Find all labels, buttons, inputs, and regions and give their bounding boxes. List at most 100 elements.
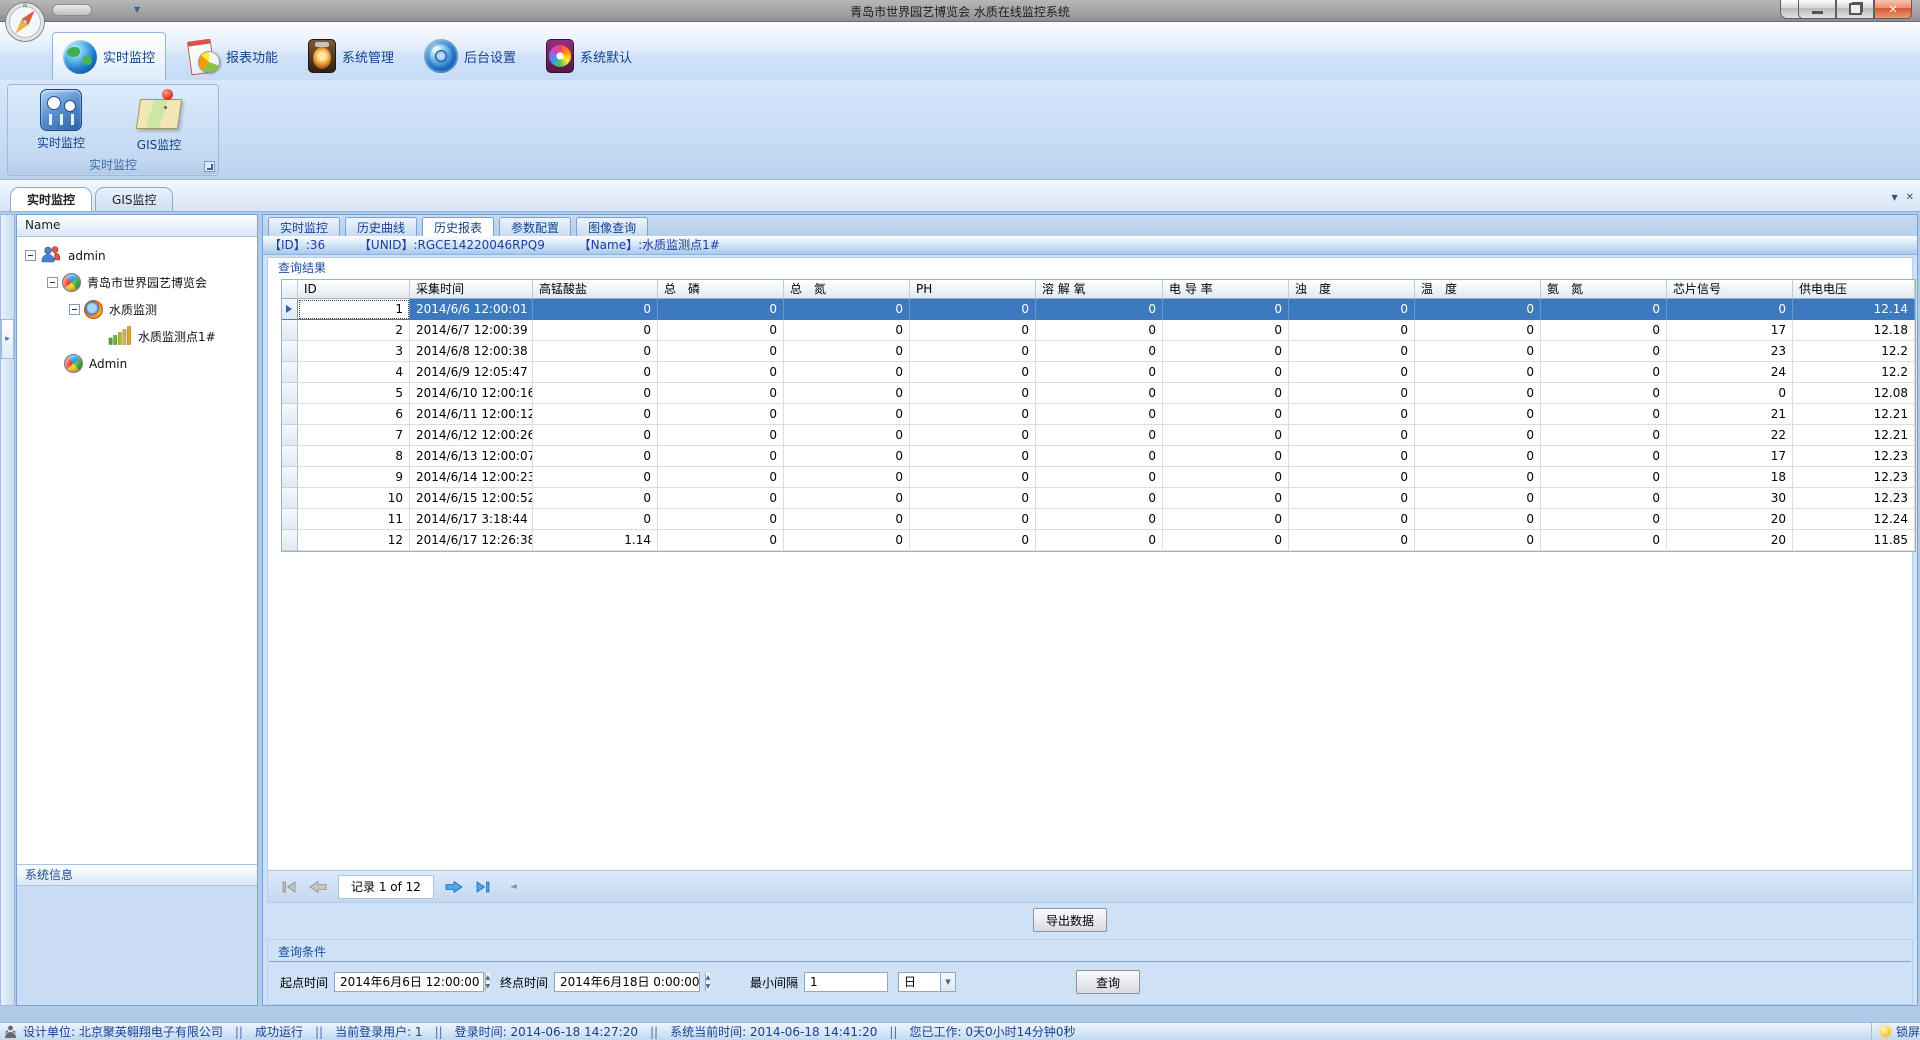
next-record-button[interactable] — [440, 876, 468, 898]
grid-column-header[interactable]: 芯片信号 — [1667, 280, 1793, 299]
spin-down-icon[interactable] — [486, 982, 491, 991]
record-count-label: 记录 1 of 12 — [338, 875, 434, 899]
grid-row[interactable]: 32014/6/8 12:00:380000000002312.2 — [282, 341, 1915, 362]
detail-tab[interactable]: 图像查询 — [576, 217, 648, 236]
grid-row[interactable]: 82014/6/13 12:00:070000000001712.23 — [282, 446, 1915, 467]
spin-up-icon[interactable] — [486, 973, 491, 982]
restore-button[interactable] — [1836, 0, 1874, 19]
system-info-header[interactable]: 系统信息 — [17, 864, 257, 886]
quick-access-toolbar[interactable] — [52, 4, 92, 16]
query-button[interactable]: 查询 — [1076, 970, 1140, 994]
tree-item[interactable]: 水质监测 — [17, 296, 257, 323]
grid-cell: 17 — [1667, 446, 1793, 467]
minimize-button[interactable] — [1798, 0, 1836, 19]
scroll-left-icon[interactable] — [510, 882, 517, 892]
tree-item[interactable]: admin — [17, 242, 257, 269]
ribbon-tab[interactable]: 系统管理 — [298, 32, 404, 80]
collapse-expander-icon[interactable] — [25, 250, 36, 261]
grid-cell: 5 — [298, 383, 410, 404]
collapse-expander-icon[interactable] — [69, 304, 80, 315]
chevron-down-icon[interactable] — [1891, 189, 1897, 203]
first-record-button[interactable] — [276, 876, 304, 898]
spin-down-icon[interactable] — [706, 982, 711, 991]
grid-cell: 12.21 — [1793, 425, 1915, 446]
end-time-input[interactable]: 2014年6月18日 0:00:00 — [554, 972, 700, 992]
tree-item[interactable]: Admin — [17, 350, 257, 377]
grid-row[interactable]: 22014/6/7 12:00:390000000001712.18 — [282, 320, 1915, 341]
previous-record-button[interactable] — [304, 876, 332, 898]
ribbon-tab[interactable]: 系统默认 — [536, 32, 642, 80]
ribbon-button[interactable]: 实时监控 — [12, 87, 110, 158]
grid-cell: 0 — [784, 425, 910, 446]
grid-cell: 0 — [1289, 425, 1415, 446]
detail-tab[interactable]: 历史曲线 — [345, 217, 417, 236]
dropdown-arrow-icon[interactable] — [940, 973, 955, 991]
ribbon-tab[interactable]: 报表功能 — [176, 32, 288, 80]
grid-column-header[interactable]: PH — [910, 280, 1036, 299]
grid-cell: 0 — [658, 341, 784, 362]
spin-up-icon[interactable] — [706, 973, 711, 982]
collapse-expander-icon[interactable] — [47, 277, 58, 288]
grid-cell: 0 — [1415, 341, 1541, 362]
grid-cell: 0 — [1415, 362, 1541, 383]
start-time-input[interactable]: 2014年6月6日 12:00:00 — [334, 972, 484, 992]
grid-column-header[interactable]: 采集时间 — [410, 280, 533, 299]
grid-row[interactable]: 122014/6/17 12:26:381.14000000002011.85 — [282, 530, 1915, 551]
grid-cell: 20 — [1667, 530, 1793, 551]
grid-cell: 0 — [1036, 362, 1163, 383]
detail-tab[interactable]: 实时监控 — [268, 217, 340, 236]
ribbon-button[interactable]: GIS监控 — [110, 87, 208, 158]
grid-row[interactable]: 12014/6/6 12:00:01000000000012.14 — [282, 299, 1915, 320]
grid-column-header[interactable]: 氨 氮 — [1541, 280, 1667, 299]
grid-column-header[interactable]: 总 磷 — [658, 280, 784, 299]
ribbon-tab[interactable]: 实时监控 — [52, 32, 166, 80]
detail-tab[interactable]: 历史报表 — [422, 217, 494, 236]
grid-row[interactable]: 42014/6/9 12:05:470000000002412.2 — [282, 362, 1915, 383]
grid-row[interactable]: 62014/6/11 12:00:120000000002112.21 — [282, 404, 1915, 425]
close-button[interactable] — [1874, 0, 1912, 19]
grid-row[interactable]: 102014/6/15 12:00:520000000003012.23 — [282, 488, 1915, 509]
lock-screen-button[interactable]: 锁屏 — [1896, 1023, 1920, 1040]
grid-cell: 2014/6/11 12:00:12 — [410, 404, 533, 425]
grid-row[interactable]: 92014/6/14 12:00:230000000001812.23 — [282, 467, 1915, 488]
close-icon[interactable] — [1906, 189, 1914, 203]
grid-column-header[interactable]: 高锰酸盐 — [533, 280, 658, 299]
last-record-button[interactable] — [468, 876, 496, 898]
grid-column-header[interactable]: 溶 解 氧 — [1036, 280, 1163, 299]
interval-unit-dropdown[interactable]: 日 — [898, 972, 956, 992]
ribbon-tab[interactable]: 后台设置 — [414, 32, 526, 80]
grid-column-header[interactable]: 浊 度 — [1289, 280, 1415, 299]
detail-tab[interactable]: 参数配置 — [499, 217, 571, 236]
compass-logo-icon[interactable]: N — [4, 1, 46, 46]
grid-cell: 0 — [658, 383, 784, 404]
grid-cell: 0 — [533, 404, 658, 425]
grid-cell: 12.08 — [1793, 383, 1915, 404]
tree-item[interactable]: 青岛市世界园艺博览会 — [17, 269, 257, 296]
station-unid: 【UNID】:RGCE14220046RPQ9 — [359, 238, 545, 252]
grid-cell: 0 — [533, 320, 658, 341]
document-tab[interactable]: GIS监控 — [95, 187, 173, 211]
grid-column-header[interactable]: 温 度 — [1415, 280, 1541, 299]
grid-column-header[interactable]: 供电电压 — [1793, 280, 1915, 299]
min-interval-input[interactable]: 1 — [804, 972, 888, 992]
grid-column-header[interactable]: 总 氮 — [784, 280, 910, 299]
dialog-launcher-icon[interactable] — [204, 161, 215, 172]
expand-panel-button[interactable] — [1, 319, 14, 359]
grid-column-header[interactable]: ID — [298, 280, 410, 299]
document-tab[interactable]: 实时监控 — [10, 187, 92, 211]
tree-item[interactable]: 水质监测点1# — [17, 323, 257, 350]
grid-cell: 2014/6/15 12:00:52 — [410, 488, 533, 509]
grid-cell: 0 — [910, 509, 1036, 530]
quick-access-dropdown-icon[interactable] — [134, 5, 140, 14]
grid-cell: 0 — [1667, 383, 1793, 404]
grid-row[interactable]: 72014/6/12 12:00:260000000002212.21 — [282, 425, 1915, 446]
collapsed-panel-strip — [0, 214, 15, 1006]
grid-cell: 21 — [1667, 404, 1793, 425]
grid-row[interactable]: 52014/6/10 12:00:16000000000012.08 — [282, 383, 1915, 404]
grid-column-header[interactable]: 电 导 率 — [1163, 280, 1289, 299]
grid-row[interactable]: 112014/6/17 3:18:440000000002012.24 — [282, 509, 1915, 530]
export-data-button[interactable]: 导出数据 — [1033, 908, 1107, 932]
grid-cell: 0 — [658, 425, 784, 446]
spinner — [485, 973, 491, 991]
grid-cell: 0 — [784, 362, 910, 383]
